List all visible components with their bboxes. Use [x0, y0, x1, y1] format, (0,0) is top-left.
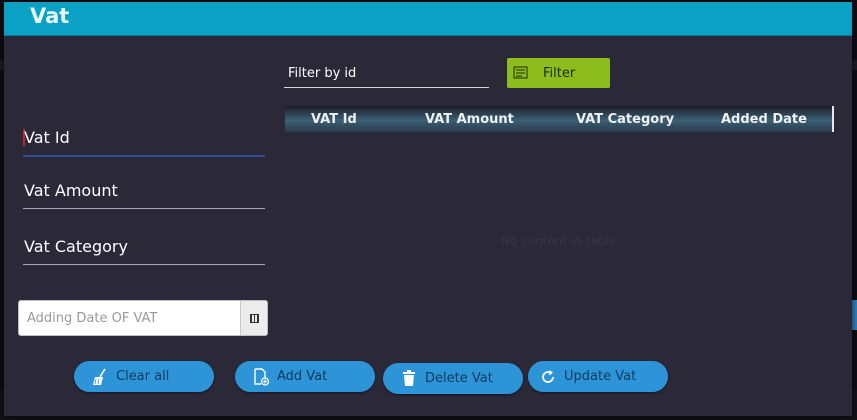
- vat-id-label: Vat Id: [24, 128, 70, 147]
- filter-input-label: Filter by id: [288, 66, 357, 81]
- vat-id-field[interactable]: Vat Id: [23, 119, 265, 157]
- column-header-vat-category[interactable]: VAT Category: [576, 112, 674, 127]
- title-bar: Vat: [4, 2, 852, 36]
- clear-all-label: Clear all: [116, 369, 170, 384]
- date-picker-button[interactable]: [240, 301, 267, 335]
- vat-category-field[interactable]: Vat Category: [23, 228, 265, 265]
- update-vat-button[interactable]: Update Vat: [528, 361, 668, 392]
- broom-icon: [92, 368, 108, 386]
- vat-amount-field[interactable]: Vat Amount: [23, 172, 265, 209]
- window-title: Vat: [30, 4, 70, 28]
- vat-dialog: Vat Vat Id Vat Amount Vat Category Filte…: [4, 2, 852, 416]
- filter-input[interactable]: Filter by id: [284, 62, 489, 88]
- vat-category-label: Vat Category: [24, 237, 128, 256]
- refresh-icon: [540, 368, 556, 386]
- table-empty-placeholder: No content in table: [500, 234, 617, 248]
- vat-amount-label: Vat Amount: [24, 181, 118, 200]
- table-header: VAT Id VAT Amount VAT Category Added Dat…: [285, 106, 834, 132]
- delete-vat-label: Delete Vat: [425, 371, 493, 386]
- delete-vat-button[interactable]: Delete Vat: [383, 363, 523, 394]
- add-vat-label: Add Vat: [277, 369, 328, 384]
- filter-list-icon: [513, 66, 528, 79]
- table-body: No content in table: [285, 132, 832, 332]
- column-header-added-date[interactable]: Added Date: [721, 112, 807, 127]
- column-header-vat-id[interactable]: VAT Id: [311, 112, 357, 127]
- filter-button[interactable]: Filter: [507, 58, 610, 88]
- column-header-vat-amount[interactable]: VAT Amount: [425, 112, 514, 127]
- add-document-icon: [253, 367, 269, 386]
- trash-icon: [401, 370, 417, 388]
- date-input[interactable]: [19, 301, 241, 335]
- calendar-icon: [249, 313, 259, 323]
- clear-all-button[interactable]: Clear all: [74, 361, 214, 392]
- date-picker: [18, 300, 268, 336]
- add-vat-button[interactable]: Add Vat: [235, 361, 375, 392]
- filter-button-label: Filter: [543, 65, 576, 81]
- update-vat-label: Update Vat: [564, 369, 637, 384]
